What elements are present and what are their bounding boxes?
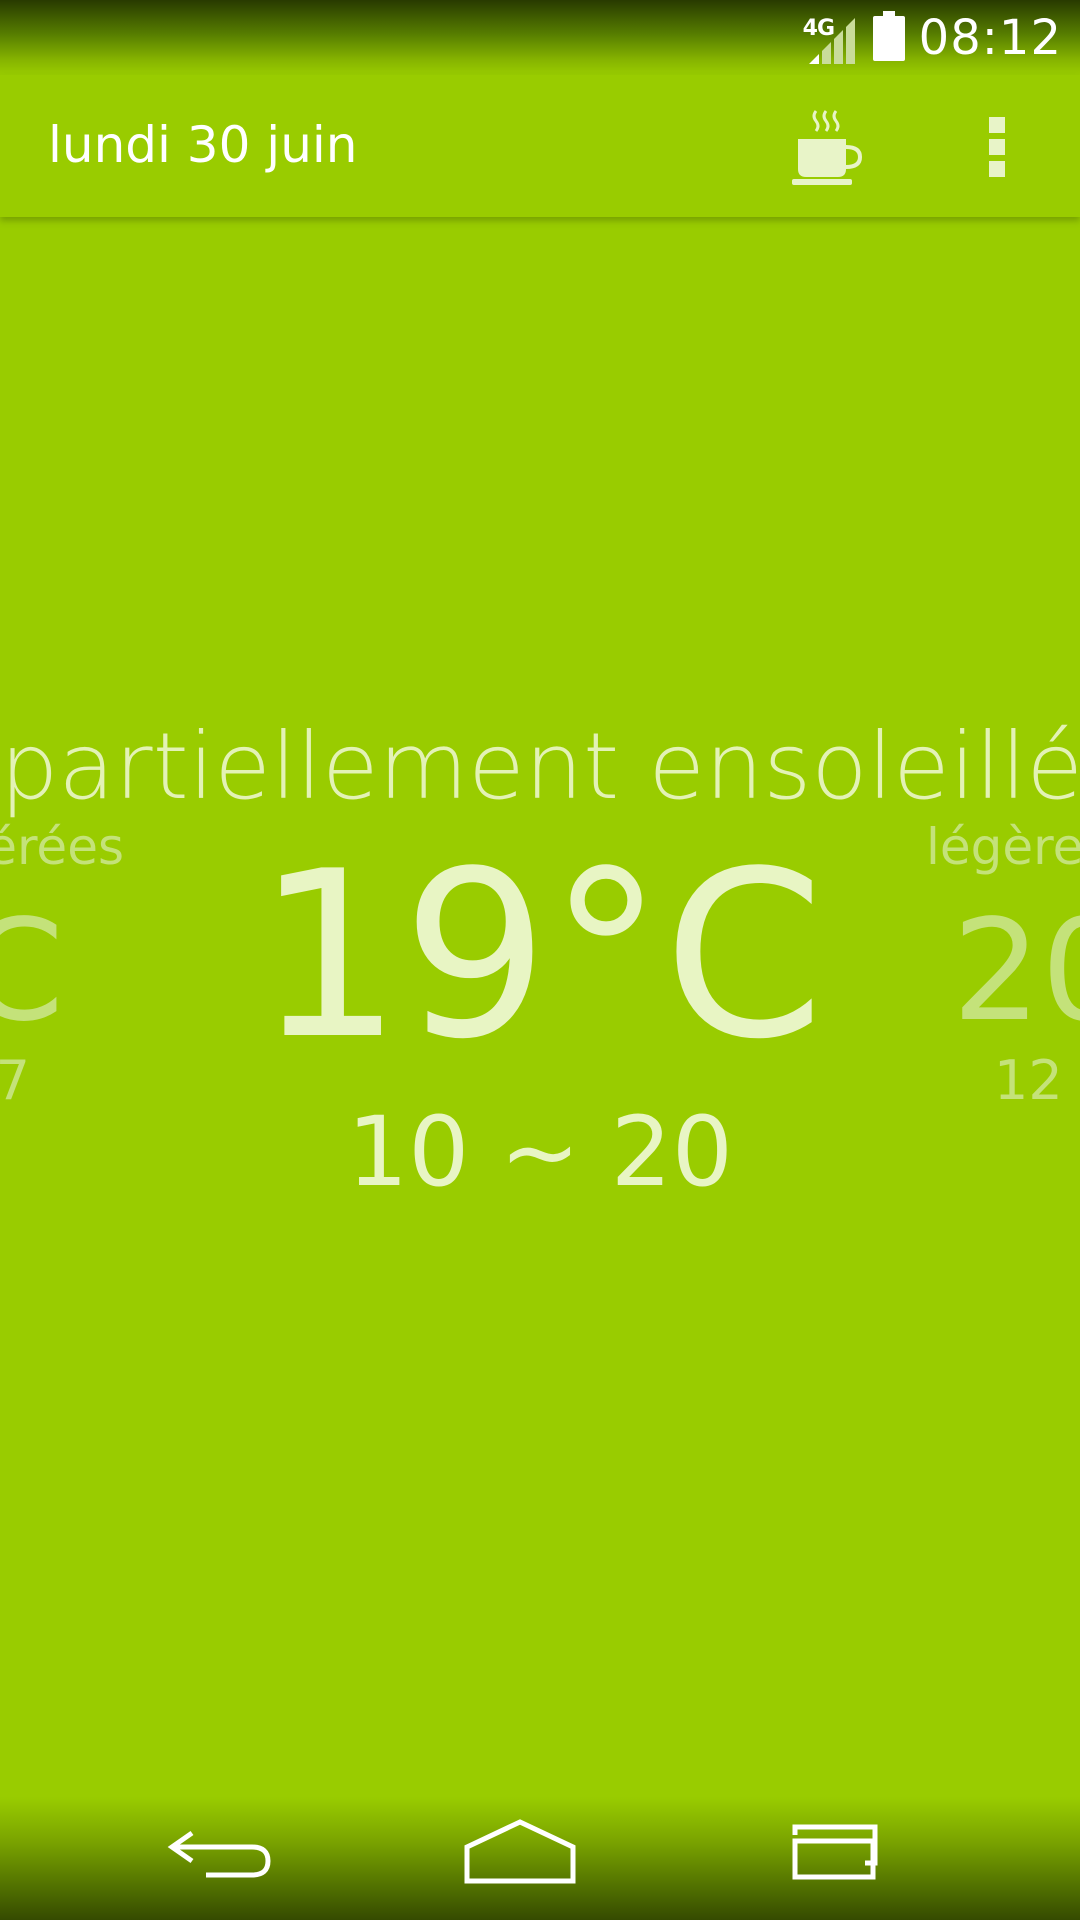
signal-icon: 4G [803, 12, 859, 64]
date-title: lundi 30 juin [48, 116, 358, 174]
next-temperature: 20 [952, 890, 1080, 1053]
action-bar: lundi 30 juin [0, 75, 1080, 217]
next-day-page[interactable]: légères 20 12 ~ [920, 217, 1080, 1797]
back-button[interactable] [160, 1817, 320, 1907]
weather-screen: 4G 08:12 lundi 30 juin érées C 7 partiel… [0, 0, 1080, 1920]
coffee-button[interactable] [776, 103, 876, 193]
weather-condition: partiellement ensoleillé [0, 713, 1080, 820]
battery-icon [872, 11, 905, 65]
current-temperature: 19°C [255, 823, 825, 1090]
recents-icon [792, 1824, 878, 1880]
coffee-cup-icon [792, 110, 863, 185]
status-bar: 4G 08:12 [0, 0, 1080, 75]
current-day-page: partiellement ensoleillé 19°C 10 ~ 20 [0, 217, 1080, 1797]
home-button[interactable] [460, 1817, 620, 1907]
temperature-range: 10 ~ 20 [347, 1096, 733, 1208]
next-range: 12 ~ [994, 1049, 1080, 1112]
back-icon [167, 1830, 271, 1878]
home-icon [464, 1819, 576, 1884]
navigation-bar [0, 1797, 1080, 1920]
status-icons: 4G 08:12 [803, 8, 1062, 68]
next-condition: légères [926, 818, 1080, 876]
recents-button[interactable] [765, 1817, 925, 1907]
weather-pager[interactable]: modérées 15°C ~ 17 partiellement ensolei… [0, 217, 1080, 1797]
overflow-menu-button[interactable] [968, 103, 1028, 193]
status-clock: 08:12 [918, 10, 1062, 66]
